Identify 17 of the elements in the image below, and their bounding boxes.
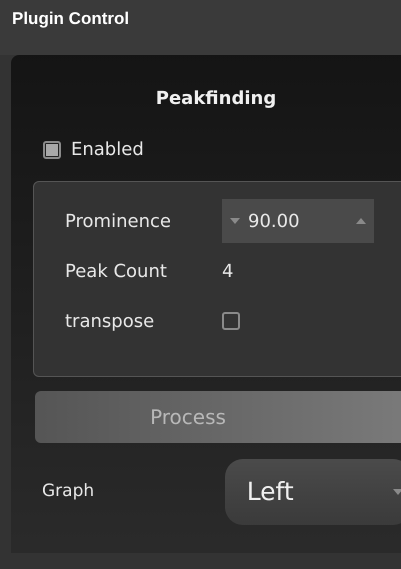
graph-dropdown[interactable]: Left xyxy=(224,459,401,525)
enabled-checkbox[interactable] xyxy=(43,140,61,158)
dropdown-arrow-icon xyxy=(393,489,401,495)
down-arrow-icon[interactable] xyxy=(230,218,240,224)
plugin-title: Peakfinding xyxy=(156,87,276,111)
graph-label: Graph xyxy=(42,480,96,504)
param-label: Peak Count xyxy=(65,260,168,284)
up-arrow-icon[interactable] xyxy=(356,218,366,224)
param-label: Prominence xyxy=(65,210,172,234)
number-spinbox[interactable]: 90.00 xyxy=(222,199,374,243)
spinbox-value: 90.00 xyxy=(248,210,301,234)
dropdown-value: Left xyxy=(246,476,295,508)
checkbox[interactable] xyxy=(222,312,240,330)
enabled-label: Enabled xyxy=(71,138,144,162)
param-value: 4 xyxy=(222,260,234,284)
header-title: Plugin Control xyxy=(12,9,130,28)
param-label: transpose xyxy=(65,310,156,334)
